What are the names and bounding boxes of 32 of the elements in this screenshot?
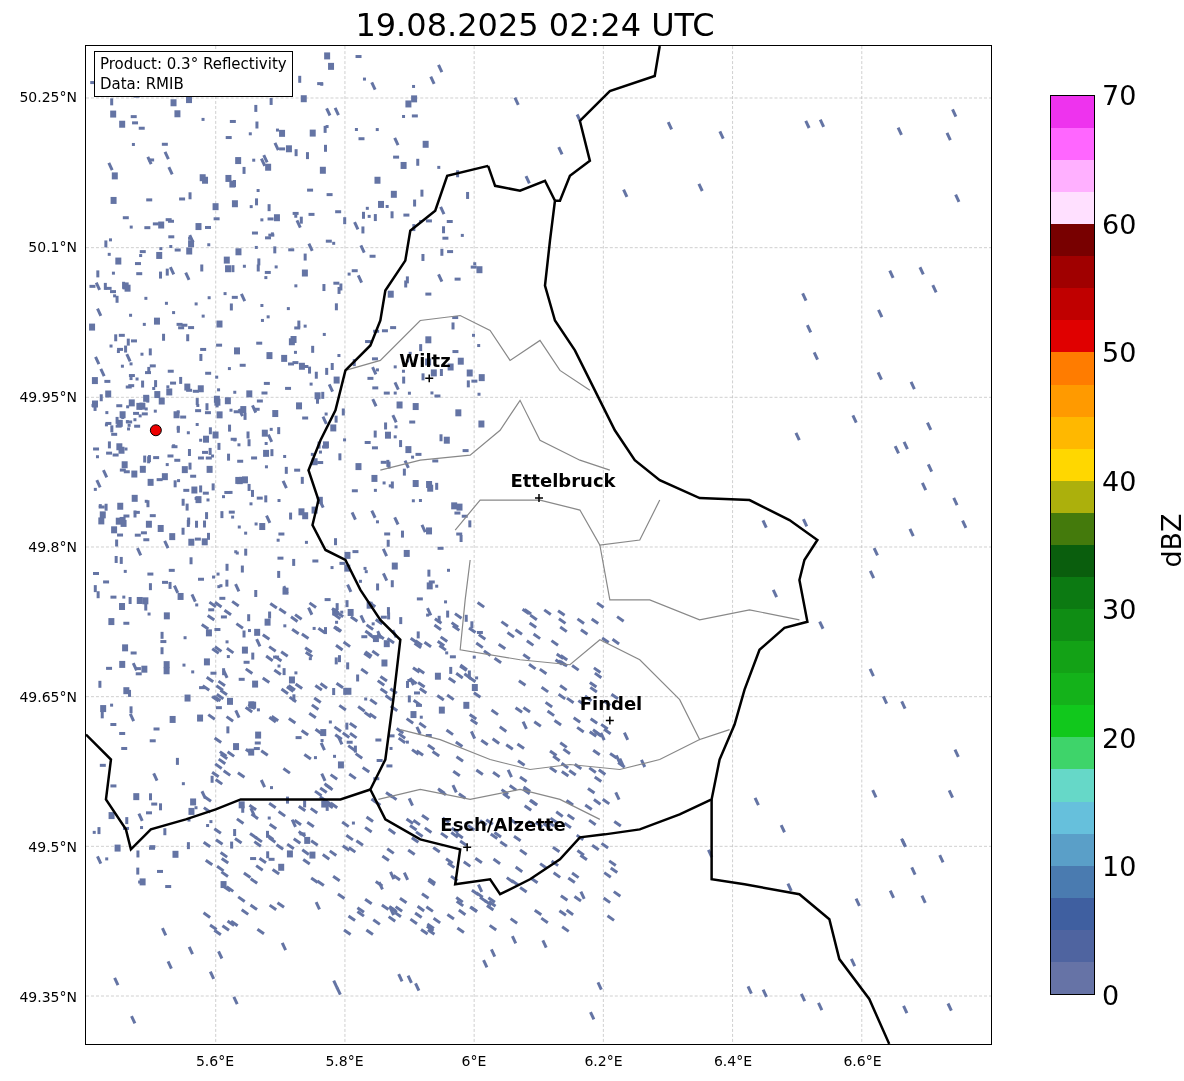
latitude-tick-label: 49.65°N: [19, 689, 77, 705]
latitude-tick-label: 49.5°N: [28, 839, 77, 855]
info-box: Product: 0.3° Reflectivity Data: RMIB: [94, 51, 293, 97]
radar-site-marker: [149, 424, 162, 437]
colorbar-tick-label: 50: [1102, 336, 1137, 368]
longitude-tick-label: 5.8°E: [325, 1053, 364, 1069]
city-label: Ettelbruck: [510, 472, 616, 490]
colorbar-tick-label: 10: [1102, 850, 1137, 882]
colorbar-tick-label: 70: [1102, 79, 1137, 111]
city-marker: [424, 373, 434, 384]
colorbar-label: dBZ: [1155, 513, 1184, 568]
city-marker: [462, 842, 472, 853]
colorbar-tick-label: 30: [1102, 593, 1137, 625]
latitude-tick-label: 49.95°N: [19, 389, 77, 405]
city-marker: [605, 715, 615, 726]
chart-title: 19.08.2025 02:24 UTC: [355, 5, 715, 46]
latitude-tick-label: 49.8°N: [28, 539, 77, 555]
longitude-tick-label: 6.6°E: [843, 1053, 882, 1069]
longitude-tick-label: 6.4°E: [713, 1053, 753, 1069]
colorbar-tick-label: 60: [1102, 208, 1137, 240]
city-marker: [534, 493, 544, 503]
city-label: Findel: [579, 695, 643, 713]
longitude-tick-label: 6.2°E: [584, 1053, 623, 1069]
colorbar-tick-label: 40: [1102, 465, 1137, 497]
longitude-tick-label: 6°E: [461, 1053, 487, 1069]
city-label: Wiltz: [399, 352, 451, 370]
colorbar-tick-label: 0: [1102, 979, 1120, 1011]
latitude-tick-label: 49.35°N: [19, 989, 77, 1005]
latitude-tick-label: 50.25°N: [19, 89, 77, 105]
colorbar-tick-label: 20: [1102, 722, 1137, 754]
longitude-tick-label: 5.6°E: [195, 1053, 235, 1069]
latitude-tick-label: 50.1°N: [28, 239, 77, 255]
